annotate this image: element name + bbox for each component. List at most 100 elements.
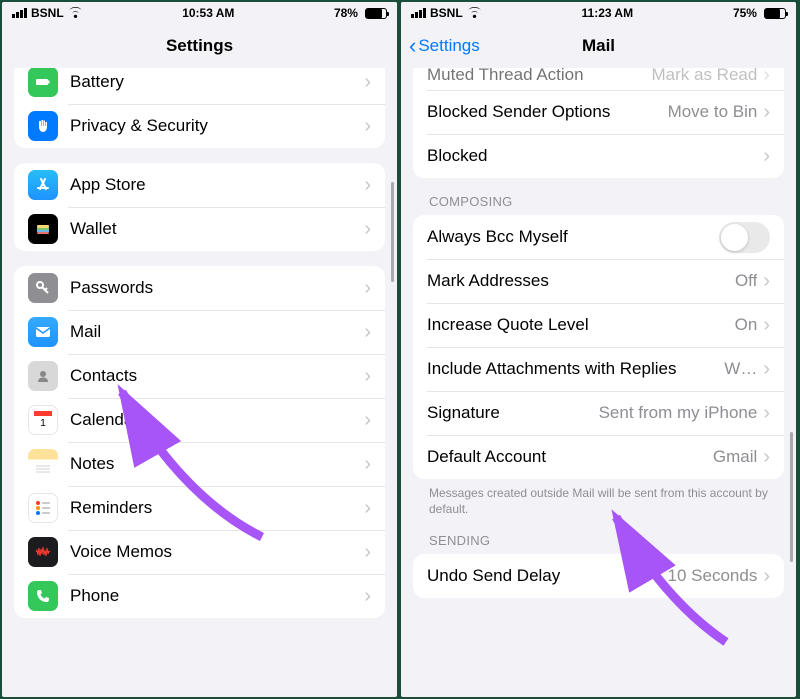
row-label: Muted Thread Action (427, 68, 652, 85)
phone-icon (28, 581, 58, 611)
svg-text:1: 1 (40, 418, 46, 429)
row-appstore[interactable]: App Store › (14, 163, 385, 207)
row-label: Wallet (70, 219, 364, 239)
time-label: 11:23 AM (582, 6, 634, 20)
row-include-attachments[interactable]: Include Attachments with Replies W… › (413, 347, 784, 391)
row-value: 10 Seconds (668, 566, 758, 586)
section-header-sending: SENDING (401, 517, 796, 554)
row-label: Privacy & Security (70, 116, 364, 136)
row-label: Reminders (70, 498, 364, 518)
row-undo-send-delay[interactable]: Undo Send Delay 10 Seconds › (413, 554, 784, 598)
carrier-label: BSNL (430, 6, 463, 20)
wifi-icon (68, 6, 83, 21)
chevron-right-icon: › (364, 409, 371, 432)
chevron-right-icon: › (763, 314, 770, 337)
contacts-icon (28, 361, 58, 391)
row-label: Contacts (70, 366, 364, 386)
mail-settings-list[interactable]: Muted Thread Action Mark as Read › Block… (401, 68, 796, 697)
row-label: Blocked Sender Options (427, 102, 668, 122)
time-label: 10:53 AM (182, 6, 234, 20)
row-mark-addresses[interactable]: Mark Addresses Off › (413, 259, 784, 303)
row-mail[interactable]: Mail › (14, 310, 385, 354)
row-value: On (735, 315, 758, 335)
row-label: Mark Addresses (427, 271, 735, 291)
row-signature[interactable]: Signature Sent from my iPhone › (413, 391, 784, 435)
section-header-composing: COMPOSING (401, 178, 796, 215)
nav-bar-left: Settings (2, 24, 397, 68)
row-label: App Store (70, 175, 364, 195)
chevron-right-icon: › (364, 453, 371, 476)
chevron-left-icon: ‹ (409, 33, 416, 59)
chevron-right-icon: › (364, 585, 371, 608)
row-contacts[interactable]: Contacts › (14, 354, 385, 398)
row-calendar[interactable]: 1 Calendar › (14, 398, 385, 442)
status-bar-right: BSNL 11:23 AM 75% (401, 2, 796, 24)
row-default-account[interactable]: Default Account Gmail › (413, 435, 784, 479)
battery-icon (365, 8, 387, 19)
mail-icon (28, 317, 58, 347)
chevron-right-icon: › (364, 497, 371, 520)
settings-list[interactable]: Battery › Privacy & Security › App Store… (2, 68, 397, 697)
row-phone[interactable]: Phone › (14, 574, 385, 618)
battery-pct-label: 75% (733, 6, 757, 20)
row-wallet[interactable]: Wallet › (14, 207, 385, 251)
row-label: Voice Memos (70, 542, 364, 562)
row-value: W… (684, 359, 757, 379)
voicememo-icon (28, 537, 58, 567)
chevron-right-icon: › (364, 115, 371, 138)
chevron-right-icon: › (364, 365, 371, 388)
row-label: Battery (70, 72, 364, 92)
row-battery[interactable]: Battery › (14, 68, 385, 104)
toggle-always-bcc[interactable] (719, 222, 770, 253)
back-label: Settings (418, 36, 479, 56)
row-notes[interactable]: Notes › (14, 442, 385, 486)
chevron-right-icon: › (763, 270, 770, 293)
row-increase-quote[interactable]: Increase Quote Level On › (413, 303, 784, 347)
row-blocked-sender-options[interactable]: Blocked Sender Options Move to Bin › (413, 90, 784, 134)
row-label: Phone (70, 586, 364, 606)
chevron-right-icon: › (763, 68, 770, 87)
scroll-indicator (391, 182, 394, 282)
wifi-icon (467, 6, 482, 21)
chevron-right-icon: › (763, 145, 770, 168)
wallet-icon (28, 214, 58, 244)
battery-pct-label: 78% (334, 6, 358, 20)
chevron-right-icon: › (364, 71, 371, 94)
row-voicememos[interactable]: Voice Memos › (14, 530, 385, 574)
settings-screen: BSNL 10:53 AM 78% Settings Battery › Pri… (2, 2, 397, 697)
row-label: Undo Send Delay (427, 566, 668, 586)
chevron-right-icon: › (364, 541, 371, 564)
signal-icon (12, 8, 27, 18)
notes-icon (28, 449, 58, 479)
row-label: Passwords (70, 278, 364, 298)
row-blocked[interactable]: Blocked › (413, 134, 784, 178)
status-bar-left: BSNL 10:53 AM 78% (2, 2, 397, 24)
row-label: Increase Quote Level (427, 315, 735, 335)
row-value: Sent from my iPhone (599, 403, 758, 423)
calendar-icon: 1 (28, 405, 58, 435)
row-label: Calendar (70, 410, 364, 430)
mail-settings-screen: BSNL 11:23 AM 75% ‹ Settings Mail Muted … (401, 2, 796, 697)
chevron-right-icon: › (763, 446, 770, 469)
row-privacy[interactable]: Privacy & Security › (14, 104, 385, 148)
row-value: Mark as Read (652, 68, 758, 85)
row-label: Include Attachments with Replies (427, 359, 676, 379)
chevron-right-icon: › (364, 321, 371, 344)
carrier-label: BSNL (31, 6, 64, 20)
chevron-right-icon: › (763, 565, 770, 588)
back-button[interactable]: ‹ Settings (409, 33, 480, 59)
row-always-bcc[interactable]: Always Bcc Myself (413, 215, 784, 259)
row-passwords[interactable]: Passwords › (14, 266, 385, 310)
chevron-right-icon: › (364, 277, 371, 300)
row-value: Move to Bin (668, 102, 758, 122)
chevron-right-icon: › (364, 218, 371, 241)
chevron-right-icon: › (763, 402, 770, 425)
page-title: Mail (582, 36, 615, 56)
key-icon (28, 273, 58, 303)
appstore-icon (28, 170, 58, 200)
row-muted-thread[interactable]: Muted Thread Action Mark as Read › (413, 68, 784, 90)
chevron-right-icon: › (763, 101, 770, 124)
row-reminders[interactable]: Reminders › (14, 486, 385, 530)
reminders-icon (28, 493, 58, 523)
row-label: Blocked (427, 146, 763, 166)
